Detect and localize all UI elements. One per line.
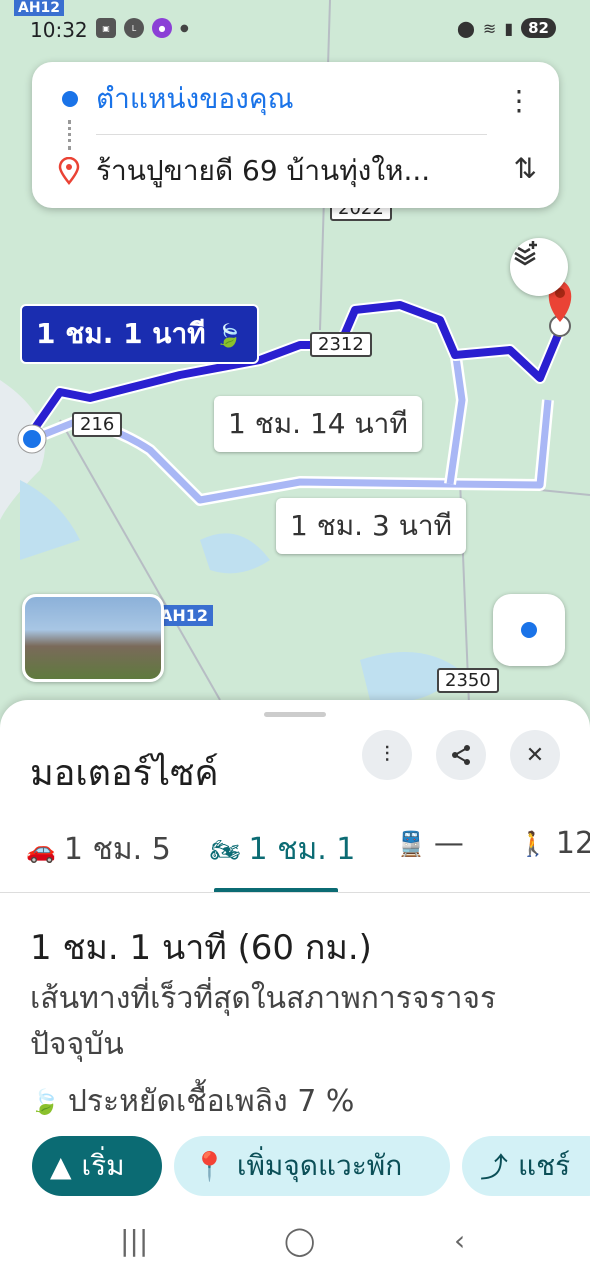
destination-row[interactable]: ร้านปูขายดี 69 บ้านทุ่งให... xyxy=(32,136,559,206)
eco-text: ประหยัดเชื้อเพลิง 7 % xyxy=(67,1084,355,1119)
main-route-chip[interactable]: 1 ชม. 1 นาที 🍃 xyxy=(20,304,259,364)
swap-icon[interactable]: ⇅ xyxy=(514,152,537,185)
route-summary-title: 1 ชม. 1 นาที (60 กม.) xyxy=(30,928,372,968)
tab-label: — xyxy=(433,826,464,861)
my-location-button[interactable] xyxy=(493,594,565,666)
wifi-icon: ≋ xyxy=(482,18,497,38)
route-card: ตำแหน่งของคุณ ร้านปูขายดี 69 บ้านทุ่งให.… xyxy=(32,62,559,208)
walk-icon: 🚶 xyxy=(518,829,548,858)
sheet-title: มอเตอร์ไซค์ xyxy=(30,753,219,794)
train-icon: 🚆 xyxy=(396,829,426,858)
leaf-icon: 🍃 xyxy=(30,1087,60,1116)
origin-text: ตำแหน่งของคุณ xyxy=(96,82,294,115)
motorcycle-icon: 🏍 xyxy=(210,835,241,864)
share-route-button[interactable]: ⤴ แชร์ xyxy=(462,1136,590,1196)
layers-button[interactable] xyxy=(510,238,568,296)
route-summary-desc: เส้นทางที่เร็วที่สุดในสภาพการจราจรปัจจุบ… xyxy=(30,981,497,1062)
close-icon: ✕ xyxy=(525,742,545,768)
location-status-icon: ⬤ xyxy=(457,18,475,38)
destination-text: ร้านปูขายดี 69 บ้านทุ่งให... xyxy=(96,154,431,187)
tab-walk[interactable]: 🚶 12 xyxy=(518,826,590,861)
add-location-icon: 📍 xyxy=(192,1149,227,1183)
active-tab-indicator xyxy=(214,888,338,892)
origin-row[interactable]: ตำแหน่งของคุณ xyxy=(32,64,559,134)
share-icon: ⤴ xyxy=(480,1151,509,1184)
back-icon[interactable]: ‹ xyxy=(454,1224,465,1257)
share-icon xyxy=(452,745,470,765)
road-label: 2312 xyxy=(310,332,372,357)
status-time: 10:32 xyxy=(30,18,88,42)
navigation-arrow-icon: ▲ xyxy=(50,1149,72,1183)
location-icon xyxy=(521,622,537,638)
origin-dot-icon xyxy=(62,91,78,107)
highway-tag: AH12 xyxy=(14,0,65,16)
close-button[interactable]: ✕ xyxy=(510,730,560,780)
screenshot-icon: ▣ xyxy=(96,18,116,38)
tab-transit[interactable]: 🚆 — xyxy=(396,826,464,861)
alt-route-chip-1[interactable]: 1 ชม. 14 นาที xyxy=(214,396,422,452)
battery-icon: 82 xyxy=(521,18,556,38)
car-icon: 🚗 xyxy=(26,835,56,864)
tab-motorcycle[interactable]: 🏍 1 ชม. 1 xyxy=(210,826,355,873)
tab-label: 1 ชม. 5 xyxy=(63,832,171,867)
travel-mode-tabs: 🚗 1 ชม. 5 🏍 1 ชม. 1 🚆 — 🚶 12 xyxy=(0,812,590,893)
share-button[interactable] xyxy=(436,730,486,780)
recent-apps-icon[interactable]: ||| xyxy=(120,1224,148,1257)
start-button[interactable]: ▲ เริ่ม xyxy=(32,1136,162,1196)
drag-handle[interactable] xyxy=(264,712,326,717)
destination-pin-icon xyxy=(58,157,80,185)
more-options-icon[interactable]: ⋮ xyxy=(505,84,533,117)
alt-route-chip-2[interactable]: 1 ชม. 3 นาที xyxy=(276,498,467,554)
home-icon[interactable]: ◯ xyxy=(284,1224,315,1257)
tune-icon: ⫶ xyxy=(384,742,390,768)
tab-label: 1 ชม. 1 xyxy=(248,832,356,867)
leaf-icon: 🍃 xyxy=(215,324,243,349)
signal-icon: ▮ xyxy=(504,18,514,38)
app-icon: ● xyxy=(152,18,172,38)
options-button[interactable]: ⫶ xyxy=(362,730,412,780)
action-buttons: ▲ เริ่ม 📍 เพิ่มจุดแวะพัก ⤴ แชร์ xyxy=(0,1136,590,1200)
alt-route-1-time: 1 ชม. 14 นาที xyxy=(228,407,408,440)
alt-route-2-time: 1 ชม. 3 นาที xyxy=(290,509,453,542)
status-bar: AH12 10:32 ▣ L ● ● ⬤ ≋ ▮ 82 xyxy=(0,0,590,58)
add-stop-button[interactable]: 📍 เพิ่มจุดแวะพัก xyxy=(174,1136,450,1196)
tab-label: 12 xyxy=(555,826,590,861)
directions-sheet: มอเตอร์ไซค์ ⫶ ✕ 🚗 1 ชม. 5 🏍 1 ชม. 1 🚆 — … xyxy=(0,700,590,1280)
eco-info: 🍃 ประหยัดเชื้อเพลิง 7 % xyxy=(30,1078,354,1125)
line-app-icon: L xyxy=(124,18,144,38)
tab-car[interactable]: 🚗 1 ชม. 5 xyxy=(26,826,171,873)
street-view-thumbnail[interactable] xyxy=(22,594,164,682)
more-dot-icon: ● xyxy=(180,22,189,34)
system-nav-bar: ||| ◯ ‹ xyxy=(0,1200,590,1280)
main-route-time: 1 ชม. 1 นาที xyxy=(36,317,206,350)
road-label: 216 xyxy=(72,412,123,437)
layers-icon xyxy=(514,241,537,266)
road-label: 2350 xyxy=(437,668,499,693)
